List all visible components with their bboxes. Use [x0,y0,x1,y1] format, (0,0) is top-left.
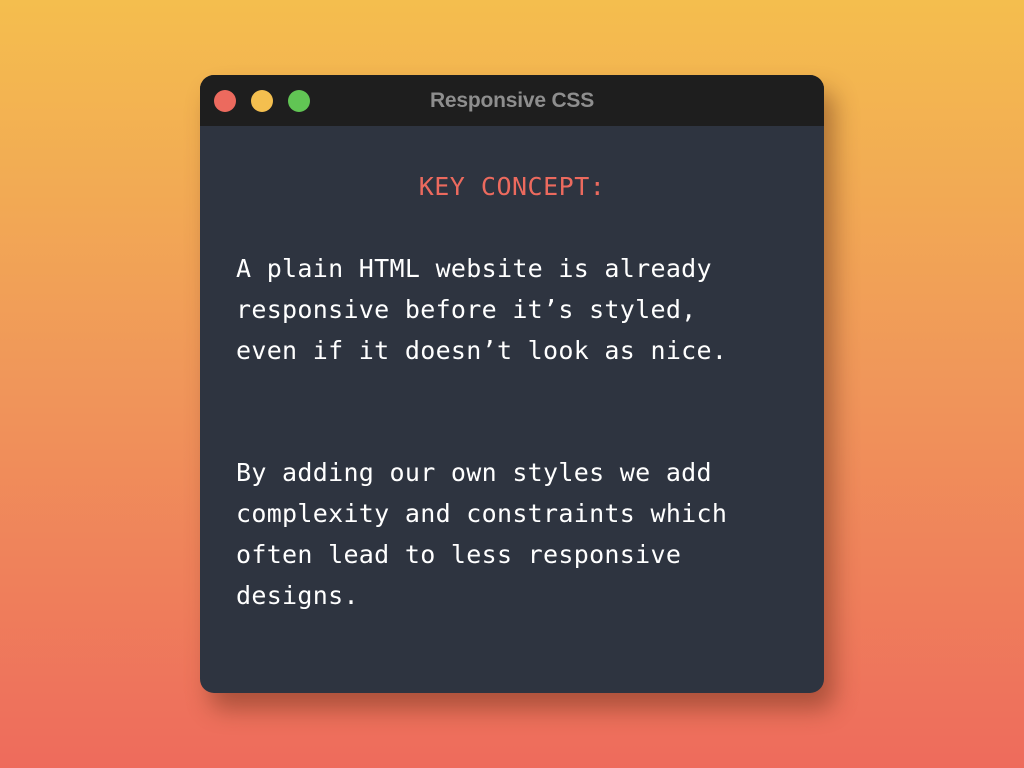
app-window: Responsive CSS KEY CONCEPT: A plain HTML… [200,75,824,693]
paragraph-1: A plain HTML website is already responsi… [236,254,728,365]
paragraph-2: By adding our own styles we add complexi… [236,458,728,610]
key-concept-heading: KEY CONCEPT: [418,172,606,201]
title-bar: Responsive CSS [200,75,824,126]
window-title: Responsive CSS [429,89,595,112]
window-content: KEY CONCEPT: A plain HTML website is alr… [200,170,824,616]
